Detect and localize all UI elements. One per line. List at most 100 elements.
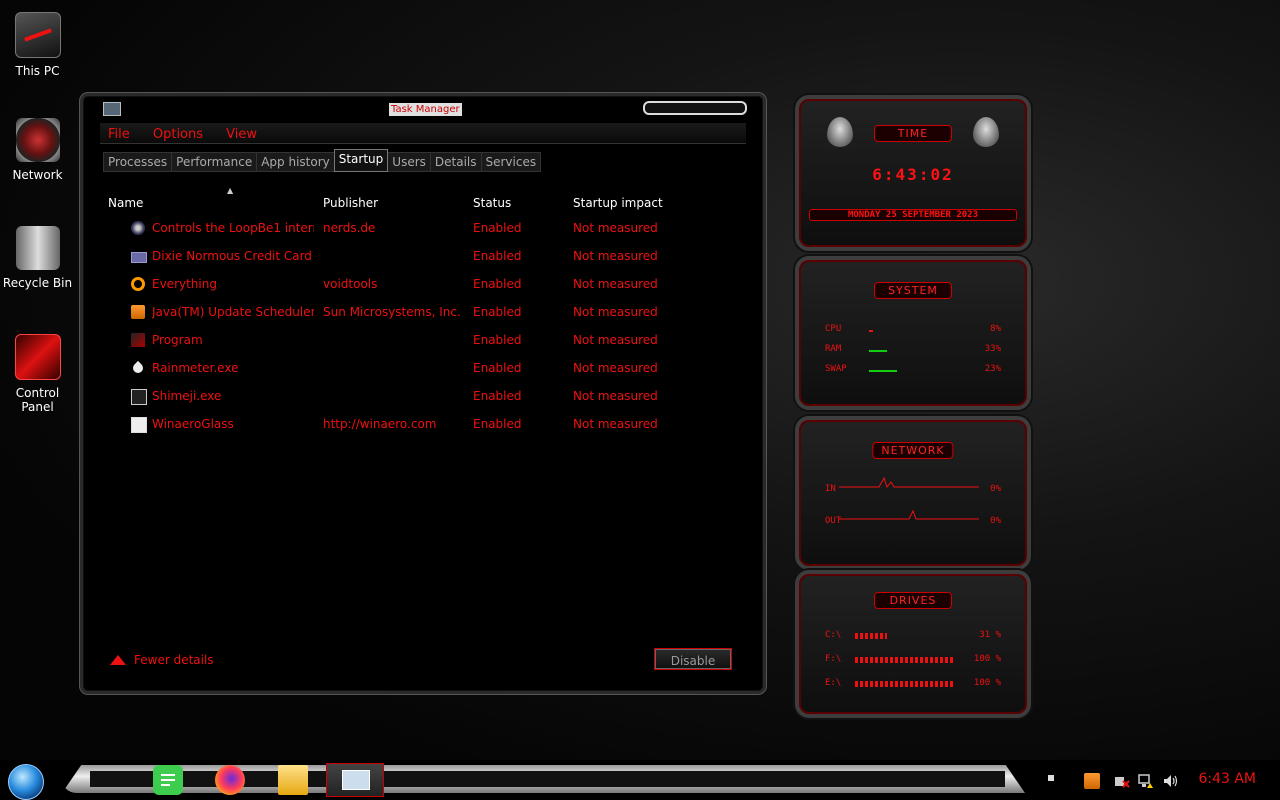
network-warning-icon[interactable] [1138, 773, 1154, 789]
row-impact: Not measured [573, 417, 658, 431]
tab-processes[interactable]: Processes [103, 152, 173, 172]
row-impact: Not measured [573, 389, 658, 403]
stat-value: 33% [984, 344, 1001, 354]
firefox-icon[interactable] [215, 765, 245, 795]
volume-icon[interactable] [1162, 773, 1178, 789]
tab-users[interactable]: Users [387, 152, 431, 172]
row-name: Java(TM) Update Scheduler [152, 305, 314, 319]
show-hidden-icons-icon[interactable] [1048, 775, 1054, 781]
chat-app-icon[interactable] [153, 765, 183, 795]
stat-value: 8% [990, 324, 1001, 334]
menu-options[interactable]: Options [153, 125, 203, 145]
desktop-icon-this-pc[interactable]: This PC [0, 12, 75, 78]
title-bar[interactable]: Task Manager [83, 96, 763, 122]
row-name: Program [152, 333, 203, 347]
raindrop-icon [130, 360, 146, 376]
task-manager-icon [103, 102, 121, 116]
stat-value: 31 % [979, 630, 1001, 640]
network-in-graph [839, 476, 979, 488]
tab-services[interactable]: Services [480, 152, 542, 172]
table-row[interactable]: Dixie Normous Credit Card S... Enabled N… [108, 248, 728, 276]
start-button[interactable] [8, 764, 44, 800]
column-name[interactable]: Name [108, 196, 143, 210]
widget-header: TIME [874, 125, 952, 142]
row-name: Everything [152, 277, 217, 291]
tab-app-history[interactable]: App history [256, 152, 335, 172]
alien-head-icon [827, 117, 853, 147]
drive-c-stat: C:\ 31 % [825, 630, 1001, 644]
tab-details[interactable]: Details [429, 152, 482, 172]
credit-card-icon [131, 252, 147, 263]
table-row[interactable]: Controls the LoopBe1 intern... nerds.de … [108, 220, 728, 248]
row-impact: Not measured [573, 221, 658, 235]
menu-bar: File Options View [100, 123, 746, 144]
time-widget: TIME 6:43:02 MONDAY 25 SEPTEMBER 2023 [795, 95, 1031, 251]
file-explorer-icon[interactable] [278, 765, 308, 795]
cpu-stat: CPU 8% [825, 324, 1001, 338]
network-widget: NETWORK IN 0% OUT 0% [795, 416, 1031, 570]
row-publisher: http://winaero.com [323, 417, 437, 431]
column-publisher[interactable]: Publisher [323, 196, 378, 210]
menu-file[interactable]: File [108, 125, 130, 145]
swap-bar [869, 370, 897, 372]
task-manager-icon [342, 770, 370, 790]
column-status[interactable]: Status [473, 196, 511, 210]
tab-startup[interactable]: Startup [333, 149, 389, 172]
row-status: Enabled [473, 333, 522, 347]
java-tray-icon[interactable] [1084, 773, 1100, 789]
loopbe-icon [131, 221, 145, 235]
row-name: Dixie Normous Credit Card S... [152, 249, 314, 263]
ram-stat: RAM 33% [825, 344, 1001, 358]
row-publisher: voidtools [323, 277, 378, 291]
stat-label: F:\ [825, 654, 842, 664]
network-out-graph [839, 509, 979, 520]
stat-value: 0% [990, 484, 1001, 494]
recycle-bin-icon [15, 226, 60, 270]
fewer-details-link[interactable]: Fewer details [110, 653, 214, 667]
table-row[interactable]: Java(TM) Update Scheduler Sun Microsyste… [108, 304, 728, 332]
row-status: Enabled [473, 305, 522, 319]
tab-performance[interactable]: Performance [171, 152, 258, 172]
window-controls[interactable] [643, 101, 747, 115]
stat-label: C:\ [825, 630, 842, 640]
arrow-up-icon [110, 655, 126, 665]
task-manager-taskbar-button[interactable] [326, 763, 384, 797]
table-row[interactable]: Program Enabled Not measured [108, 332, 728, 360]
alien-head-icon [973, 117, 999, 147]
java-icon [131, 305, 145, 319]
row-impact: Not measured [573, 305, 658, 319]
table-row[interactable]: Everything voidtools Enabled Not measure… [108, 276, 728, 304]
drives-widget: DRIVES C:\ 31 % F:\ 100 % E:\ 100 % [795, 570, 1031, 718]
desktop-icon-label: Control Panel [15, 386, 60, 414]
table-row[interactable]: Rainmeter.exe Enabled Not measured [108, 360, 728, 388]
task-manager-window: Task Manager File Options View Processes… [80, 93, 766, 694]
stat-value: 0% [990, 516, 1001, 526]
stat-label: E:\ [825, 678, 842, 688]
widget-header: DRIVES [874, 592, 952, 609]
window-icon [131, 417, 147, 433]
window-icon [131, 389, 147, 405]
stat-label: RAM [825, 344, 842, 354]
row-status: Enabled [473, 389, 522, 403]
system-widget: SYSTEM CPU 8% RAM 33% SWAP 23% [795, 256, 1031, 410]
table-row[interactable]: Shimeji.exe Enabled Not measured [108, 388, 728, 416]
row-status: Enabled [473, 417, 522, 431]
desktop-icon-recycle-bin[interactable]: Recycle Bin [0, 226, 75, 290]
widget-date: MONDAY 25 SEPTEMBER 2023 [809, 209, 1017, 221]
row-status: Enabled [473, 277, 522, 291]
disable-button[interactable]: Disable [655, 649, 731, 669]
row-impact: Not measured [573, 277, 658, 291]
row-name: Controls the LoopBe1 intern... [152, 221, 314, 235]
desktop-icon-control-panel[interactable]: Control Panel [0, 334, 75, 414]
column-startup-impact[interactable]: Startup impact [573, 196, 663, 210]
power-warning-icon[interactable] [1114, 773, 1130, 789]
system-clock[interactable]: 6:43 AM [1198, 771, 1256, 787]
desktop-icon-label: This PC [15, 64, 60, 78]
menu-view[interactable]: View [226, 125, 257, 145]
table-row[interactable]: WinaeroGlass http://winaero.com Enabled … [108, 416, 728, 444]
swap-stat: SWAP 23% [825, 364, 1001, 378]
row-publisher: nerds.de [323, 221, 376, 235]
program-icon [131, 333, 145, 347]
desktop-icon-network[interactable]: Network [0, 118, 75, 182]
stat-label: CPU [825, 324, 842, 334]
